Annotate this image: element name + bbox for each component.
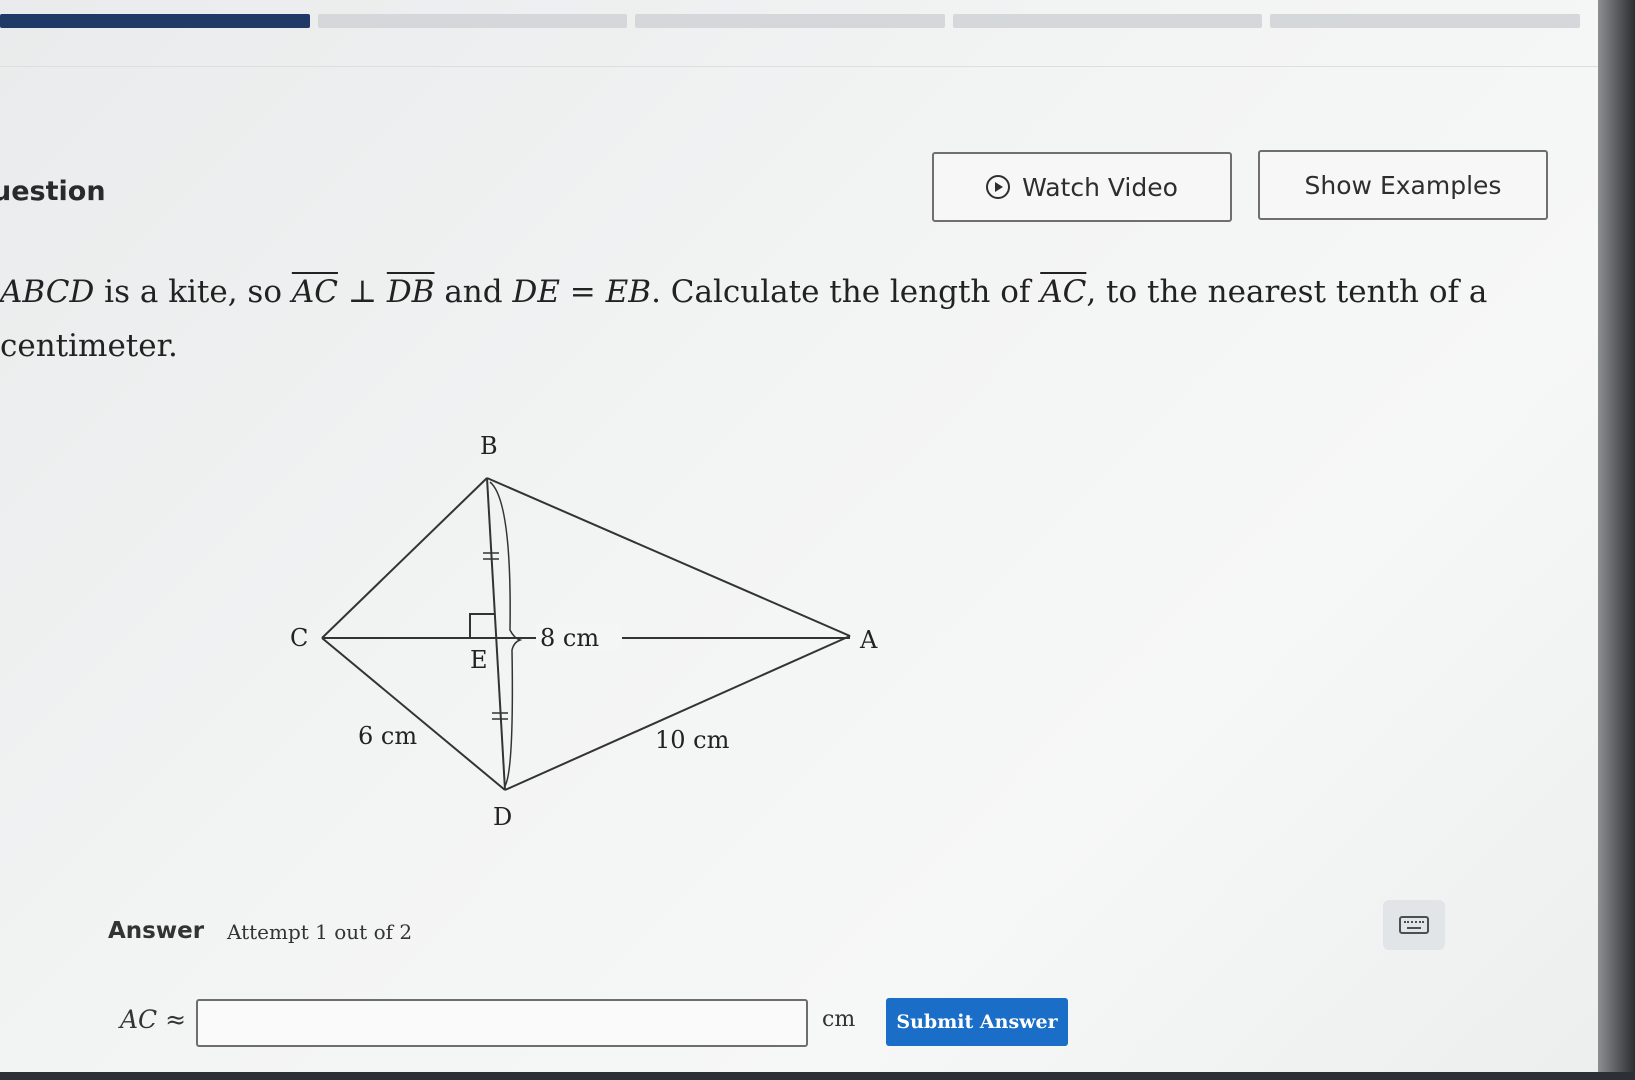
submit-answer-button[interactable]: Submit Answer <box>886 998 1068 1046</box>
equals-symbol: = <box>559 274 606 310</box>
unit-label: cm <box>822 1007 856 1032</box>
measure-cd: 6 cm <box>358 722 417 750</box>
measure-da: 10 cm <box>655 726 730 754</box>
math-segment-ac-2: AC <box>1040 274 1087 310</box>
math-segment-ac: AC <box>291 274 338 310</box>
ac-label: AC ≈ <box>120 1005 187 1034</box>
vertex-label-c: C <box>290 624 308 652</box>
progress-segment <box>635 14 945 28</box>
problem-statement: ABCD is a kite, so AC ⊥ DB and DE = EB. … <box>0 265 1560 373</box>
edge-ad <box>504 635 851 791</box>
watch-video-label: Watch Video <box>1022 172 1178 202</box>
monitor-bezel-bottom <box>0 1072 1635 1080</box>
progress-bar <box>0 14 1580 28</box>
vertex-label-e: E <box>470 646 488 674</box>
perpendicular-symbol: ⊥ <box>337 274 387 310</box>
question-heading: uestion <box>0 176 106 207</box>
problem-text-3: . Calculate the length of <box>651 274 1041 310</box>
keyboard-toggle-button[interactable] <box>1383 900 1445 950</box>
kite-diagram: B C A D E 8 cm 6 cm 10 cm <box>290 432 878 830</box>
progress-segment <box>1270 14 1580 28</box>
edge-ba <box>486 477 851 637</box>
diagonal-bd <box>486 477 506 791</box>
answer-label: Answer <box>108 918 205 944</box>
problem-text-1: is a kite, so <box>94 274 292 310</box>
attempt-counter: Attempt 1 out of 2 <box>227 920 413 944</box>
progress-segment <box>317 14 628 28</box>
math-segment-db: DB <box>386 274 435 310</box>
edge-cb <box>321 477 488 639</box>
measure-ea: 8 cm <box>540 624 599 652</box>
problem-text-2: and <box>434 274 513 310</box>
vertex-label-d: D <box>493 803 512 830</box>
math-eb: EB <box>605 274 652 310</box>
play-circle-icon <box>986 175 1011 199</box>
header-divider <box>0 66 1600 67</box>
show-examples-button[interactable]: Show Examples <box>1258 150 1548 220</box>
monitor-bezel-right <box>1598 0 1635 1080</box>
right-angle-mark <box>469 613 494 638</box>
vertex-label-a: A <box>859 626 878 654</box>
show-examples-label: Show Examples <box>1304 170 1502 200</box>
progress-segment <box>952 14 1263 28</box>
keyboard-icon <box>1399 916 1429 934</box>
math-kite: ABCD <box>0 274 95 310</box>
watch-video-button[interactable]: Watch Video <box>932 152 1232 222</box>
answer-input[interactable] <box>196 999 808 1047</box>
vertex-label-b: B <box>480 432 498 460</box>
math-de: DE <box>512 274 560 310</box>
brace-bd <box>489 481 523 787</box>
progress-segment-complete <box>0 14 310 28</box>
